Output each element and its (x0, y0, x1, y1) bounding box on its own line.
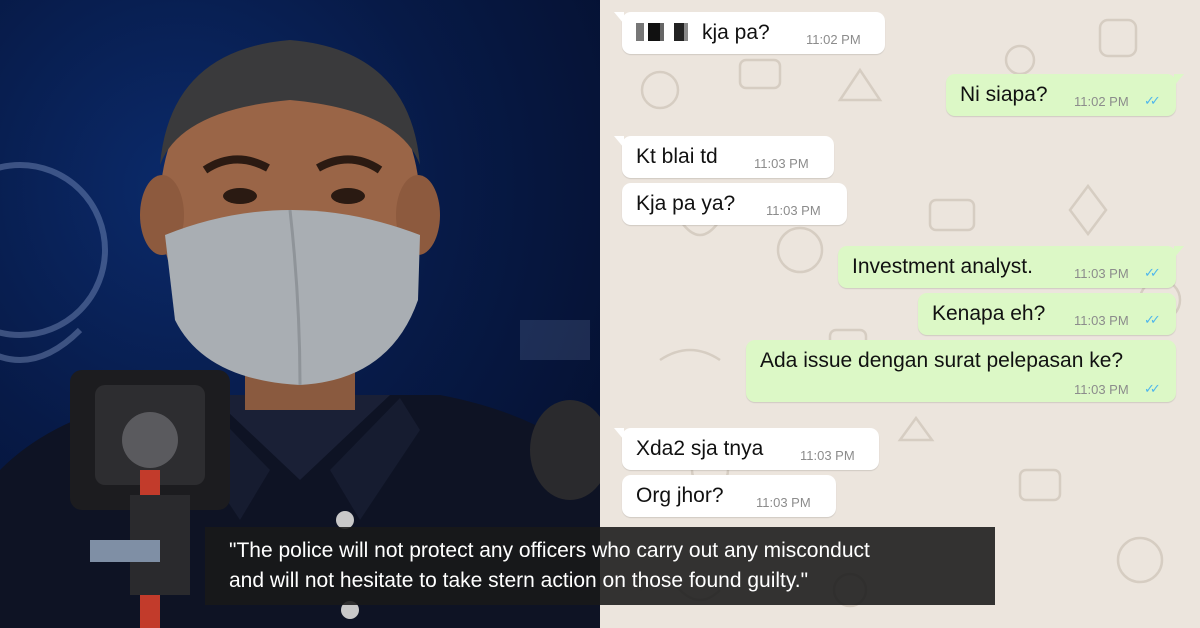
double-check-icon: ✓✓ (1144, 93, 1161, 108)
message-incoming[interactable]: Kt blai td 11:03 PM (614, 136, 834, 178)
message-text: kja pa? (636, 21, 770, 45)
quote-caption: "The police will not protect any officer… (205, 527, 995, 605)
redacted-name (636, 23, 694, 41)
message-text: Investment analyst. (852, 255, 1033, 278)
message-incoming[interactable]: Org jhor? 11:03 PM (622, 475, 836, 517)
message-outgoing[interactable]: Ni siapa? 11:02 PM ✓✓ (946, 74, 1184, 116)
message-incoming[interactable]: Xda2 sja tnya 11:03 PM (614, 428, 879, 470)
message-outgoing[interactable]: Investment analyst. 11:03 PM ✓✓ (838, 246, 1184, 288)
quote-line-1: "The police will not protect any officer… (229, 539, 870, 562)
message-time: 11:03 PM (1074, 266, 1129, 281)
double-check-icon: ✓✓ (1144, 381, 1161, 396)
message-time: 11:03 PM (756, 495, 811, 510)
message-text: Ni siapa? (960, 83, 1048, 106)
message-text: Ada issue dengan surat pelepasan ke? (760, 349, 1124, 372)
message-time: 11:02 PM (1074, 94, 1129, 109)
message-time: 11:03 PM (766, 203, 821, 218)
message-time: 11:03 PM (1074, 382, 1129, 397)
message-time: 11:03 PM (754, 156, 809, 171)
message-time: 11:03 PM (800, 448, 855, 463)
message-text: Xda2 sja tnya (636, 437, 764, 460)
message-text: Kenapa eh? (932, 302, 1046, 325)
quote-line-2: and will not hesitate to take stern acti… (229, 569, 809, 592)
message-outgoing[interactable]: Ada issue dengan surat pelepasan ke? 11:… (746, 340, 1176, 402)
message-text: Org jhor? (636, 484, 724, 507)
double-check-icon: ✓✓ (1144, 265, 1161, 280)
message-incoming[interactable]: Kja pa ya? 11:03 PM (622, 183, 847, 225)
message-time: 11:02 PM (806, 32, 861, 47)
message-outgoing[interactable]: Kenapa eh? 11:03 PM ✓✓ (918, 293, 1176, 335)
message-time: 11:03 PM (1074, 313, 1129, 328)
message-incoming[interactable]: kja pa? 11:02 PM (614, 12, 885, 54)
double-check-icon: ✓✓ (1144, 312, 1161, 327)
message-text: Kja pa ya? (636, 192, 736, 215)
message-text: Kt blai td (636, 145, 718, 168)
